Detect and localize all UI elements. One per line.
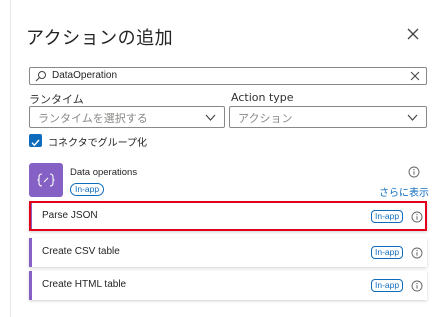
action-type-label: Action type	[231, 91, 294, 104]
info-icon[interactable]	[411, 211, 423, 223]
runtime-placeholder: ランタイムを選択する	[38, 112, 148, 125]
panel-title: アクションの追加	[26, 28, 174, 49]
action-type-value: アクション	[238, 112, 293, 125]
action-label: Parse JSON	[42, 210, 98, 221]
action-row-parse-json[interactable]: Parse JSON In-app	[29, 202, 427, 231]
in-app-badge: In-app	[371, 246, 404, 259]
chevron-down-icon	[407, 114, 418, 121]
show-more-link[interactable]: さらに表示	[379, 184, 429, 199]
group-by-connector-checkbox[interactable]	[29, 134, 42, 147]
in-app-badge: In-app	[371, 279, 404, 292]
action-label: Create CSV table	[42, 246, 120, 257]
info-icon[interactable]	[411, 280, 423, 292]
runtime-dropdown[interactable]: ランタイムを選択する	[29, 106, 225, 128]
runtime-label: ランタイム	[29, 93, 84, 106]
data-operations-connector-icon[interactable]	[29, 163, 63, 197]
action-row-create-csv-table[interactable]: Create CSV table In-app	[29, 238, 427, 267]
clear-search-icon[interactable]	[409, 70, 421, 82]
action-row-create-html-table[interactable]: Create HTML table In-app	[29, 271, 427, 300]
connector-name: Data operations	[70, 167, 138, 178]
search-icon	[35, 71, 46, 82]
in-app-badge: In-app	[371, 210, 404, 223]
action-label: Create HTML table	[42, 279, 127, 290]
group-by-connector-label: コネクタでグループ化	[48, 138, 147, 149]
action-type-dropdown[interactable]: アクション	[229, 106, 427, 128]
in-app-badge: In-app	[70, 183, 105, 196]
chevron-down-icon	[205, 114, 216, 121]
search-input[interactable]: DataOperation	[52, 70, 117, 81]
close-icon[interactable]	[404, 25, 422, 43]
curly-braces-icon	[37, 173, 55, 187]
panel-border	[10, 0, 11, 317]
info-icon[interactable]	[411, 247, 423, 259]
search-box[interactable]: DataOperation	[29, 67, 427, 85]
info-icon[interactable]	[408, 166, 420, 178]
checkmark-icon	[31, 139, 40, 147]
add-action-panel: アクションの追加 DataOperation ランタイム ランタイムを選択する …	[0, 0, 445, 317]
